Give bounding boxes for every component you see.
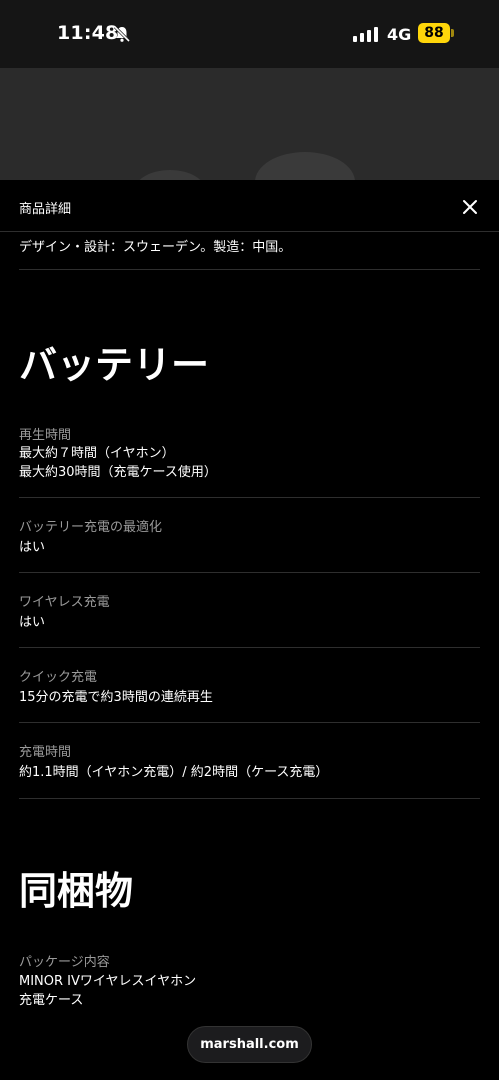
background-page	[0, 68, 499, 180]
sheet-header: 商品詳細	[0, 180, 499, 232]
spec-label: 充電時間	[19, 745, 72, 760]
spec-label: バッテリー充電の最適化	[19, 520, 163, 535]
status-bar: 11:48 4G 88	[0, 0, 499, 68]
spec-value: 約1.1時間（イヤホン充電）/ 約2時間（ケース充電）	[19, 765, 329, 780]
status-time: 11:48	[57, 22, 119, 44]
signal-icon	[353, 27, 378, 42]
origin-text: デザイン・設計：スウェーデン。製造：中国。	[19, 240, 292, 255]
divider	[19, 798, 480, 799]
spec-value: はい	[19, 540, 46, 555]
spec-value: はい	[19, 615, 46, 630]
bell-off-icon	[113, 25, 131, 43]
battery-tip-icon	[451, 29, 454, 37]
spec-value: 最大約７時間（イヤホン）	[19, 446, 175, 461]
divider	[19, 647, 480, 648]
product-details-sheet: 商品詳細 デザイン・設計：スウェーデン。製造：中国。 バッテリー 再生時間 最大…	[0, 180, 499, 1080]
divider	[19, 722, 480, 723]
section-heading-battery: バッテリー	[19, 343, 210, 387]
spec-label: クイック充電	[19, 670, 98, 685]
url-pill[interactable]: marshall.com	[187, 1026, 312, 1063]
spec-value: 充電ケース	[19, 993, 84, 1008]
spec-label: パッケージ内容	[19, 955, 110, 970]
product-image-shape	[255, 152, 355, 180]
section-heading-contents: 同梱物	[19, 869, 134, 913]
divider	[19, 497, 480, 498]
sheet-title: 商品詳細	[19, 202, 72, 217]
divider	[19, 269, 480, 270]
spec-value: 15分の充電で約3時間の連続再生	[19, 690, 213, 705]
spec-value: 最大約30時間（充電ケース使用）	[19, 465, 217, 480]
battery-badge: 88	[418, 23, 450, 43]
network-label: 4G	[387, 25, 412, 44]
spec-label: 再生時間	[19, 428, 72, 443]
divider	[19, 572, 480, 573]
product-image-shape	[135, 170, 205, 180]
close-icon[interactable]	[462, 199, 478, 215]
spec-label: ワイヤレス充電	[19, 595, 110, 610]
spec-value: MINOR IVワイヤレスイヤホン	[19, 974, 197, 989]
